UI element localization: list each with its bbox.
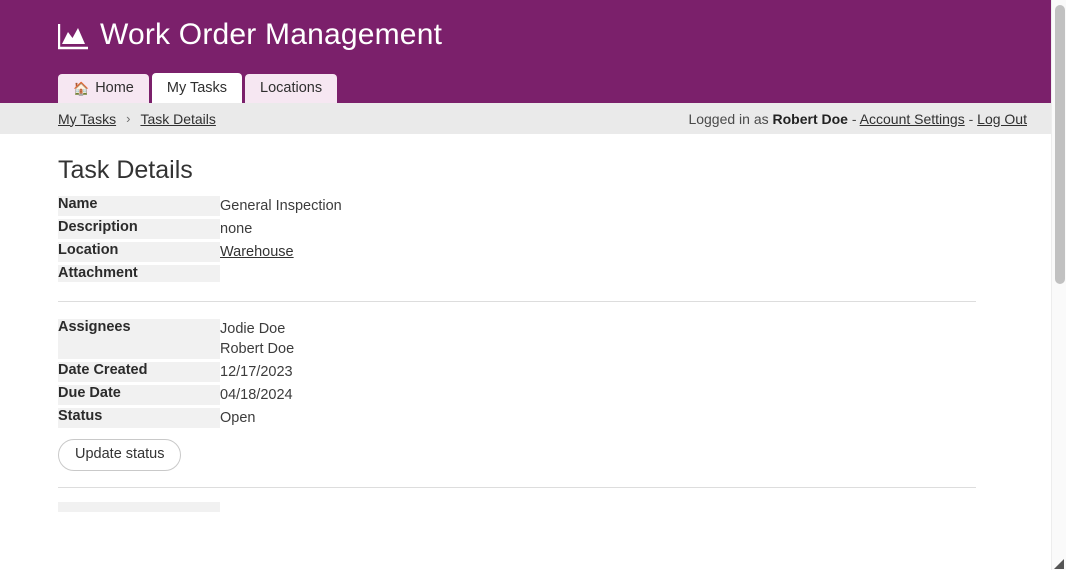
row-label-date-created: Date Created <box>58 362 220 382</box>
chart-area-icon <box>58 20 88 50</box>
chevron-right-icon: › <box>126 111 131 126</box>
main-nav-tabs: 🏠 Home My Tasks Locations <box>58 73 338 103</box>
app-title: Work Order Management <box>100 18 443 51</box>
table-row: Name General Inspection <box>58 196 976 216</box>
row-label-description: Description <box>58 219 220 239</box>
task-meta-table: Assignees Jodie Doe Robert Doe Date Crea… <box>58 316 976 431</box>
breadcrumb: My Tasks › Task Details <box>58 111 216 127</box>
page-title: Task Details <box>58 156 193 184</box>
next-section-partial-row <box>58 502 220 512</box>
location-link[interactable]: Warehouse <box>220 244 294 260</box>
row-label-attachment: Attachment <box>58 265 220 282</box>
section-divider-2 <box>58 487 976 488</box>
row-label-location: Location <box>58 242 220 262</box>
task-details-table: Name General Inspection Description none… <box>58 193 976 285</box>
table-row: Description none <box>58 219 976 239</box>
table-row: Attachment <box>58 265 976 282</box>
resize-handle-icon <box>1054 559 1064 569</box>
tab-home[interactable]: 🏠 Home <box>58 74 149 103</box>
assignee-name: Robert Doe <box>220 341 295 357</box>
row-value-status: Open <box>220 410 256 426</box>
table-row: Location Warehouse <box>58 242 976 262</box>
row-label-name: Name <box>58 196 220 216</box>
account-settings-link[interactable]: Account Settings <box>860 111 965 127</box>
section-divider-1 <box>58 301 976 302</box>
row-value-name: General Inspection <box>220 198 342 214</box>
row-value-location: Warehouse <box>220 242 976 262</box>
update-status-button[interactable]: Update status <box>58 439 182 471</box>
assignee-name: Jodie Doe <box>220 321 286 337</box>
row-label-due-date: Due Date <box>58 385 220 405</box>
page-root: Work Order Management 🏠 Home My Tasks Lo… <box>0 0 1051 570</box>
row-value-attachment <box>220 265 976 282</box>
home-icon: 🏠 <box>73 81 90 96</box>
browser-viewport: Work Order Management 🏠 Home My Tasks Lo… <box>0 0 1066 570</box>
account-status: Logged in as Robert Doe - Account Settin… <box>688 111 1027 127</box>
breadcrumb-bar: My Tasks › Task Details Logged in as Rob… <box>0 103 1051 134</box>
log-out-link[interactable]: Log Out <box>977 111 1027 127</box>
row-label-assignees: Assignees <box>58 319 220 359</box>
breadcrumb-item-my-tasks[interactable]: My Tasks <box>58 111 116 127</box>
site-header: Work Order Management 🏠 Home My Tasks Lo… <box>0 0 1051 103</box>
tab-locations-label: Locations <box>260 80 323 97</box>
table-row: Assignees Jodie Doe Robert Doe <box>58 319 976 359</box>
tab-my-tasks-label: My Tasks <box>166 79 228 96</box>
brand: Work Order Management <box>0 0 1051 52</box>
table-row: Due Date 04/18/2024 <box>58 385 976 405</box>
row-label-status: Status <box>58 408 220 428</box>
tab-home-label: Home <box>95 80 134 97</box>
vertical-scrollbar[interactable] <box>1051 0 1066 570</box>
logged-in-prefix: Logged in as <box>688 110 769 127</box>
tab-locations[interactable]: Locations <box>245 74 338 103</box>
row-value-due-date: 04/18/2024 <box>220 387 293 403</box>
account-separator-1: - <box>851 110 857 127</box>
row-value-description: none <box>220 221 253 237</box>
table-row: Status Open <box>58 408 976 428</box>
scrollbar-thumb[interactable] <box>1055 5 1065 284</box>
account-separator-2: - <box>968 110 974 127</box>
table-row: Date Created 12/17/2023 <box>58 362 976 382</box>
logged-in-user: Robert Doe <box>772 110 848 127</box>
breadcrumb-item-task-details[interactable]: Task Details <box>140 111 215 127</box>
tab-my-tasks[interactable]: My Tasks <box>151 73 243 103</box>
row-value-assignees: Jodie Doe Robert Doe <box>220 319 976 359</box>
main-content: Task Details Name General Inspection Des… <box>0 155 1051 512</box>
row-value-date-created: 12/17/2023 <box>220 364 293 380</box>
